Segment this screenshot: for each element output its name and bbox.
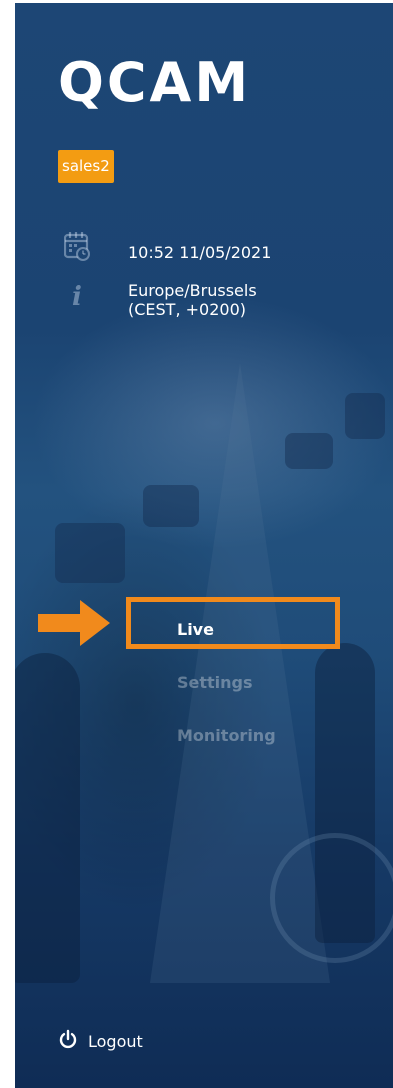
logout-label: Logout bbox=[88, 1031, 143, 1051]
background-car bbox=[285, 433, 333, 469]
background-car bbox=[143, 485, 199, 527]
logout-button[interactable]: Logout bbox=[58, 1029, 143, 1053]
background-pedestrian bbox=[315, 643, 375, 943]
info-icon: i bbox=[72, 282, 82, 312]
timezone-text: Europe/Brussels (CEST, +0200) bbox=[128, 281, 257, 319]
datetime-row: 10:52 11/05/2021 bbox=[58, 231, 271, 271]
user-badge: sales2 bbox=[58, 150, 114, 183]
background-bicycle-wheel bbox=[270, 833, 393, 963]
background-car bbox=[345, 393, 385, 439]
background-pedestrian bbox=[15, 653, 80, 983]
arrow-right-icon bbox=[38, 600, 110, 646]
nav-item-monitoring[interactable]: Monitoring bbox=[177, 726, 276, 745]
background-car bbox=[55, 523, 125, 583]
app-title: QCAM bbox=[58, 51, 252, 114]
nav-item-settings[interactable]: Settings bbox=[177, 673, 253, 692]
calendar-clock-icon bbox=[58, 231, 96, 271]
datetime-text: 10:52 11/05/2021 bbox=[128, 243, 272, 262]
timezone-row: i Europe/Brussels (CEST, +0200) bbox=[58, 280, 257, 320]
nav-item-live[interactable]: Live bbox=[177, 620, 214, 639]
power-icon bbox=[58, 1029, 78, 1053]
sidebar: QCAM sales2 10:52 11/05/2021 i Europe/Br… bbox=[15, 3, 393, 1088]
